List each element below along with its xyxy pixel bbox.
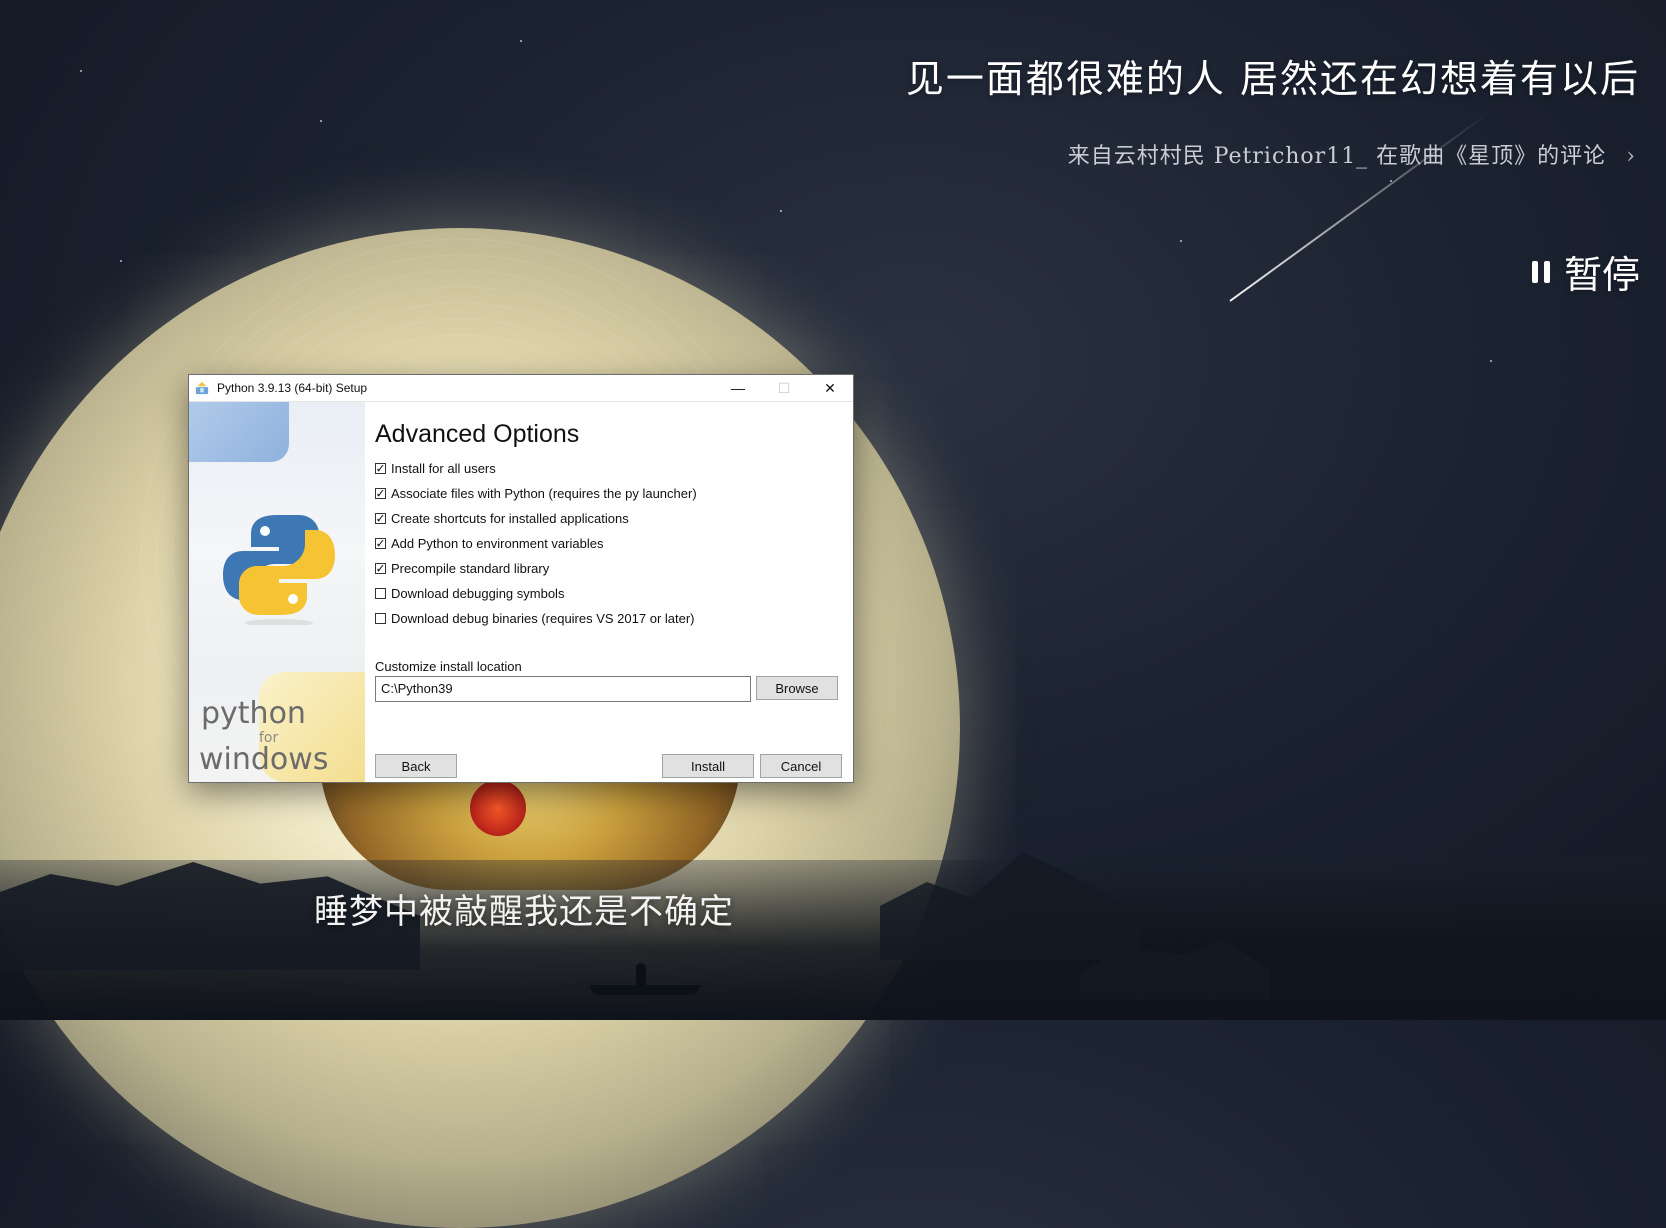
star xyxy=(520,40,522,42)
checkbox[interactable] xyxy=(375,538,386,549)
install-button[interactable]: Install xyxy=(662,754,754,778)
option-label: Add Python to environment variables xyxy=(391,536,604,551)
window-title: Python 3.9.13 (64-bit) Setup xyxy=(217,381,368,395)
back-button[interactable]: Back xyxy=(375,754,457,778)
install-location-input[interactable]: C:\Python39 xyxy=(375,676,751,702)
installer-sidebar: python for windows xyxy=(189,402,365,782)
option-install-for-all-users[interactable]: Install for all users xyxy=(375,456,697,481)
option-add-to-path[interactable]: Add Python to environment variables xyxy=(375,531,697,556)
advanced-options-list: Install for all users Associate files wi… xyxy=(375,456,697,631)
current-lyric: 睡梦中被敲醒我还是不确定 xyxy=(314,892,734,932)
star xyxy=(1180,240,1182,242)
option-label: Download debugging symbols xyxy=(391,586,565,601)
checkbox[interactable] xyxy=(375,563,386,574)
window-titlebar[interactable]: Python 3.9.13 (64-bit) Setup — ☐ ✕ xyxy=(189,375,853,402)
checkbox[interactable] xyxy=(375,513,386,524)
browse-button[interactable]: Browse xyxy=(756,676,838,700)
boat xyxy=(590,985,700,995)
chevron-right-icon: › xyxy=(1626,144,1636,169)
comment-source-text: 来自云村村民 Petrichor11_ 在歌曲《星顶》的评论 xyxy=(1067,144,1607,169)
option-label: Precompile standard library xyxy=(391,561,550,576)
option-label: Download debug binaries (requires VS 201… xyxy=(391,611,695,626)
star xyxy=(80,70,82,72)
option-label: Associate files with Python (requires th… xyxy=(391,486,697,501)
page-title: Advanced Options xyxy=(375,420,580,448)
sidebar-brand-windows: windows xyxy=(199,742,329,777)
sidebar-brand-python: python xyxy=(201,696,306,731)
pause-label: 暂停 xyxy=(1563,253,1640,297)
star xyxy=(320,120,322,122)
star xyxy=(780,210,782,212)
boatman xyxy=(636,963,646,985)
option-download-debug-symbols[interactable]: Download debugging symbols xyxy=(375,581,697,606)
minimize-button[interactable]: — xyxy=(715,375,761,402)
checkbox[interactable] xyxy=(375,463,386,474)
checkbox[interactable] xyxy=(375,588,386,599)
close-button[interactable]: ✕ xyxy=(807,375,853,402)
star xyxy=(120,260,122,262)
checkbox[interactable] xyxy=(375,613,386,624)
checkbox[interactable] xyxy=(375,488,386,499)
comment-source-link[interactable]: 来自云村村民 Petrichor11_ 在歌曲《星顶》的评论 › xyxy=(1068,138,1636,170)
cancel-button[interactable]: Cancel xyxy=(760,754,842,778)
window-body: python for windows Advanced Options Inst… xyxy=(189,402,853,782)
option-create-shortcuts[interactable]: Create shortcuts for installed applicati… xyxy=(375,506,697,531)
pause-button[interactable]: 暂停 xyxy=(1531,244,1640,299)
pause-icon xyxy=(1531,260,1552,283)
option-precompile-stdlib[interactable]: Precompile standard library xyxy=(375,556,697,581)
python-setup-icon xyxy=(195,381,209,395)
python-logo-icon xyxy=(223,515,335,625)
option-label: Create shortcuts for installed applicati… xyxy=(391,511,629,526)
option-download-debug-binaries[interactable]: Download debug binaries (requires VS 201… xyxy=(375,606,697,631)
option-associate-files[interactable]: Associate files with Python (requires th… xyxy=(375,481,697,506)
install-location-label: Customize install location xyxy=(375,659,522,674)
album-art-center xyxy=(470,780,526,836)
sidebar-decoration xyxy=(189,402,289,462)
comment-quote: 见一面都很难的人 居然还在幻想着有以后 xyxy=(905,57,1640,101)
python-setup-window: Python 3.9.13 (64-bit) Setup — ☐ ✕ pytho… xyxy=(188,374,854,783)
option-label: Install for all users xyxy=(391,461,496,476)
installer-content: Advanced Options Install for all users A… xyxy=(365,402,853,782)
star xyxy=(1490,360,1492,362)
maximize-button[interactable]: ☐ xyxy=(761,375,807,402)
